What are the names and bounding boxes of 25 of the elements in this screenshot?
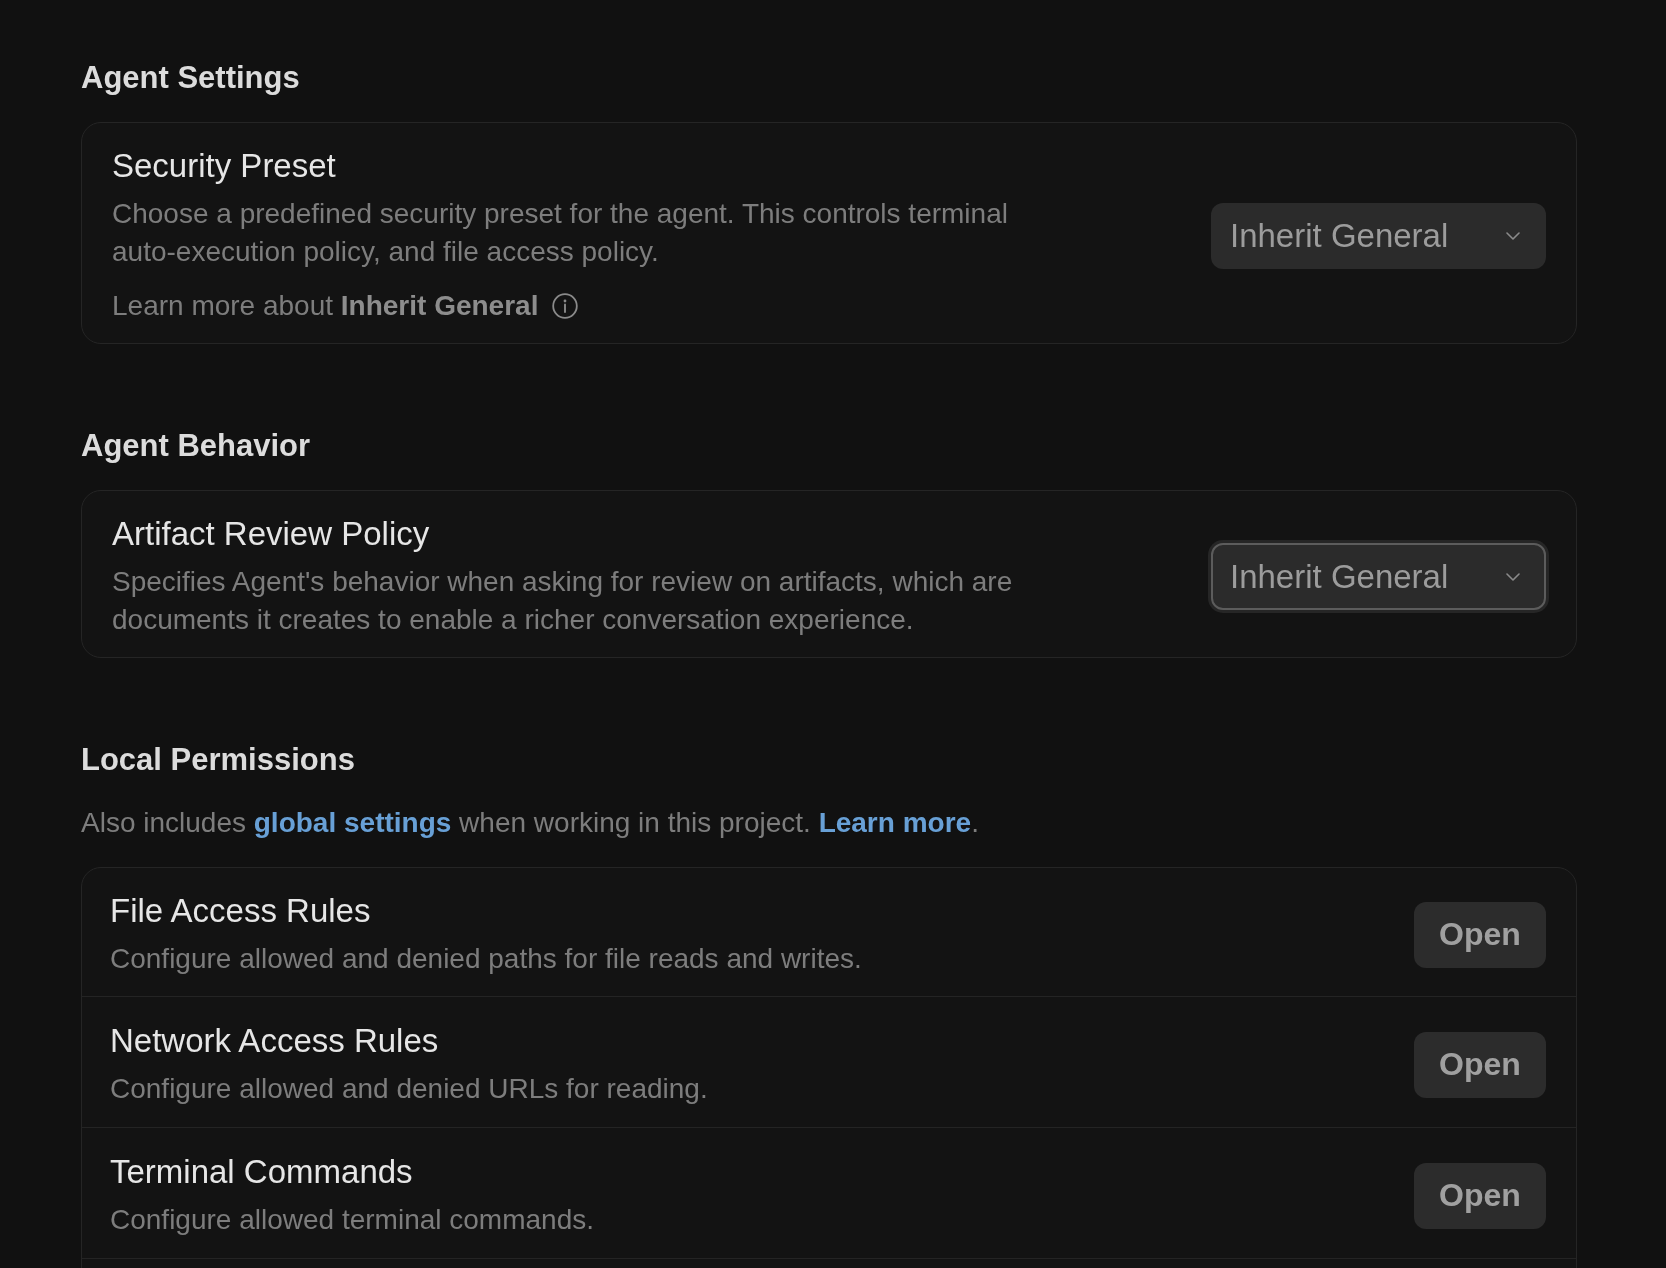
rule-title: Network Access Rules (110, 1021, 440, 1061)
rule-title: File Access Rules (110, 891, 372, 931)
link[interactable]: Learn more (818, 807, 972, 838)
setting-description: Choose a predefined security preset for the agent. This controls terminal auto-execution policy, and file access policy. (112, 197, 1009, 269)
section-heading: Agent Behavior (81, 427, 312, 465)
rule-description: Configure allowed terminal commands. (110, 1203, 594, 1237)
open-button[interactable]: Open (1414, 901, 1546, 968)
rule-description: Configure allowed and denied URLs for reading. (110, 1072, 708, 1106)
link[interactable]: global settings (253, 807, 452, 838)
chevron-down-icon (1506, 231, 1520, 240)
section-heading: Agent Settings (81, 59, 301, 97)
chevron-down-icon (1506, 572, 1520, 581)
dropdown[interactable]: Inherit General (1211, 543, 1546, 610)
rule-description: Configure allowed and denied paths for file reads and writes. (110, 942, 862, 976)
section-heading: Local Permissions (81, 741, 356, 779)
rule-title: Terminal Commands (110, 1152, 414, 1192)
setting-title: Security Preset (112, 146, 337, 186)
dropdown[interactable]: Inherit General (1211, 202, 1546, 269)
setting-description: Specifies Agent's behavior when asking for review on artifacts, which are documents it creates to enable a richer conversation experience. (112, 565, 1014, 637)
setting-title: Artifact Review Policy (112, 514, 431, 554)
intro-text: Also includes global settings when working in this project. Learn more. (81, 806, 980, 840)
open-button[interactable]: Open (1414, 1162, 1546, 1229)
info-icon[interactable] (552, 293, 579, 319)
learn-more-text: Learn more about Inherit General (112, 289, 539, 323)
open-button[interactable]: Open (1414, 1031, 1546, 1098)
